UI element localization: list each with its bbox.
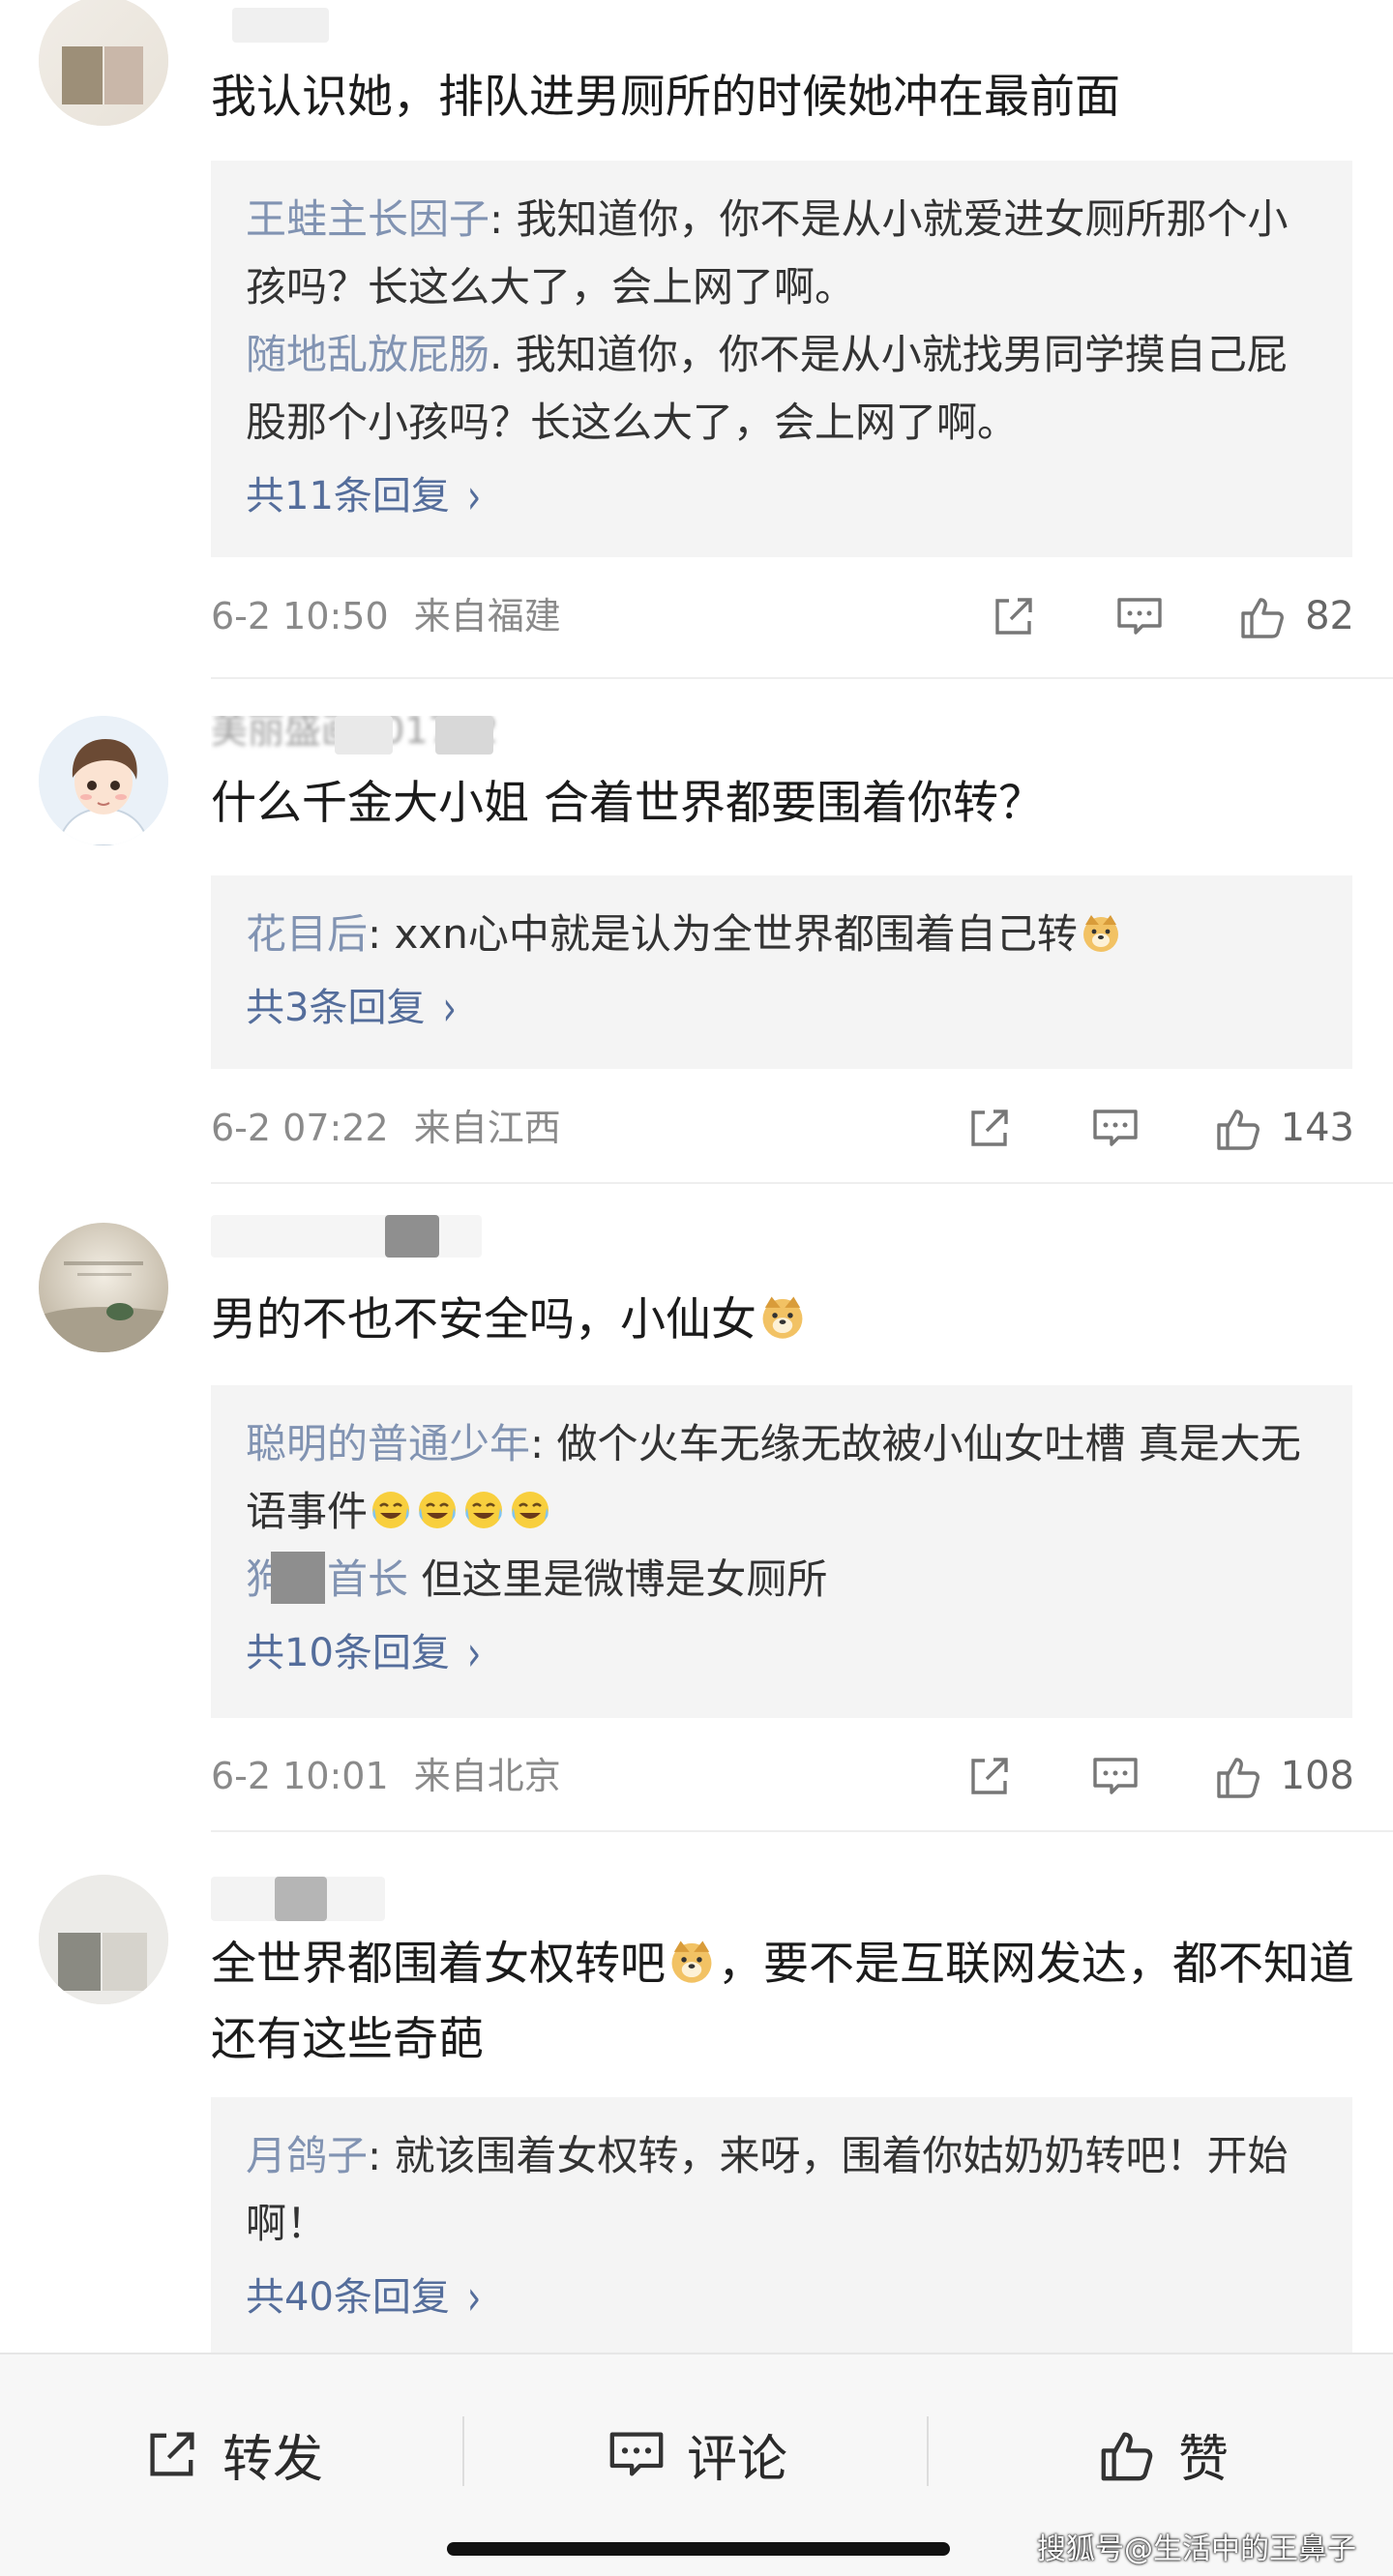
- view-replies-link[interactable]: 共40条回复 ›: [246, 2264, 1319, 2333]
- laugh-cry-emoji-icon: [512, 1492, 549, 1528]
- like-count: 143: [1280, 1106, 1354, 1150]
- avatar[interactable]: [39, 716, 168, 845]
- comment-icon: [609, 2432, 664, 2476]
- share-icon[interactable]: [990, 592, 1038, 640]
- laugh-cry-emoji-icon: [372, 1492, 410, 1528]
- reply-box[interactable]: 王蛙主长因子: 我知道你，你不是从小就爱进女厕所那个小孩吗？长这么大了，会上网了…: [211, 161, 1352, 557]
- comment-location: 来自北京: [413, 1755, 561, 1797]
- comment-text: 全世界都围着女权转吧 ，要不是互联网发达，都不知道还有这些奇葩: [211, 1938, 1354, 2066]
- divider: [927, 2416, 929, 2486]
- repost-button[interactable]: 转发: [143, 2411, 323, 2498]
- doge-emoji-icon: [671, 1940, 712, 1983]
- scenery-avatar-icon: [39, 1223, 168, 1352]
- thumbs-up-icon[interactable]: [1215, 1104, 1263, 1152]
- reply-item: 花目后: xxn心中就是认为全世界都围着自己转: [246, 901, 1319, 968]
- avatar[interactable]: [39, 1223, 168, 1352]
- view-replies-link[interactable]: 共11条回复 ›: [246, 462, 1319, 532]
- cartoon-avatar-icon: [39, 716, 168, 845]
- comment-date: 6-2 10:01: [211, 1755, 389, 1797]
- reply-text: : 就该围着女权转，来呀，围着你姑奶奶转吧！开始啊！: [246, 2132, 1289, 2247]
- reply-author[interactable]: 聪明的普通少年: [246, 1410, 530, 1478]
- laugh-cry-emoji-icon: [419, 1492, 457, 1528]
- comment-meta: 6-2 07:22 来自江西: [211, 1099, 561, 1157]
- reply-item: 狗狗首长 但这里是微博是女厕所: [246, 1546, 1319, 1614]
- reply-item: 月鸽子: 就该围着女权转，来呀，围着你姑奶奶转吧！开始啊！: [246, 2122, 1319, 2258]
- chevron-right-icon: ›: [466, 469, 482, 525]
- comment-text: 什么千金大小姐 合着世界都要围着你转？: [211, 777, 1044, 830]
- share-icon[interactable]: [965, 1104, 1014, 1152]
- chevron-right-icon: ›: [466, 1626, 482, 1682]
- comment-location: 来自江西: [413, 1107, 561, 1149]
- reply-author[interactable]: 狗狗首长: [246, 1546, 408, 1614]
- comment-actions: 82: [990, 587, 1354, 645]
- comment-icon[interactable]: [1091, 1752, 1140, 1800]
- divider: [211, 1182, 1393, 1184]
- repost-label: 转发: [222, 2430, 324, 2489]
- thumbs-up-icon[interactable]: [1215, 1752, 1263, 1800]
- reply-author[interactable]: 花目后: [246, 901, 368, 968]
- comment-meta: 6-2 10:01 来自北京: [211, 1747, 561, 1805]
- chevron-right-icon: ›: [466, 2270, 482, 2326]
- username-masked[interactable]: [211, 1215, 482, 1258]
- comment-button[interactable]: 评论: [608, 2411, 787, 2498]
- comment-actions: 143: [965, 1099, 1354, 1157]
- like-label: 赞: [1178, 2430, 1230, 2489]
- doge-emoji-icon: [1082, 915, 1118, 952]
- share-icon[interactable]: [965, 1752, 1014, 1800]
- reply-box[interactable]: 聪明的普通少年: 做个火车无缘无故被小仙女吐槽 真是大无语事件 狗狗首长 但这里…: [211, 1385, 1352, 1718]
- avatar[interactable]: [39, 0, 168, 126]
- comment-actions: 108: [965, 1747, 1354, 1805]
- like-button[interactable]: 赞: [1099, 2411, 1229, 2498]
- chevron-right-icon: ›: [442, 981, 457, 1037]
- comment-label: 评论: [687, 2430, 788, 2489]
- reply-text: : xxn心中就是认为全世界都围着自己转: [368, 910, 1078, 958]
- username[interactable]: 美丽盛画201712: [211, 716, 520, 756]
- doge-emoji-icon: [762, 1296, 803, 1339]
- reply-author[interactable]: 月鸽子: [246, 2122, 368, 2190]
- view-replies-link[interactable]: 共3条回复 ›: [246, 974, 1319, 1044]
- comment-icon[interactable]: [1091, 1104, 1140, 1152]
- reply-box[interactable]: 月鸽子: 就该围着女权转，来呀，围着你姑奶奶转吧！开始啊！ 共40条回复 ›: [211, 2097, 1352, 2353]
- reply-box[interactable]: 花目后: xxn心中就是认为全世界都围着自己转 共3条回复 ›: [211, 875, 1352, 1069]
- reply-item: 聪明的普通少年: 做个火车无缘无故被小仙女吐槽 真是大无语事件: [246, 1410, 1319, 1546]
- watermark: 搜狐号@生活中的王鼻子: [1037, 2532, 1356, 2566]
- divider: [211, 677, 1393, 679]
- reply-author[interactable]: 随地乱放屁肠: [246, 321, 489, 389]
- reply-item: 随地乱放屁肠. 我知道你，你不是从小就找男同学摸自己屁股那个小孩吗？长这么大了，…: [246, 321, 1319, 457]
- view-replies-link[interactable]: 共10条回复 ›: [246, 1619, 1319, 1689]
- avatar[interactable]: [39, 1875, 168, 2004]
- laugh-cry-emoji-icon: [465, 1492, 503, 1528]
- comment-date: 6-2 10:50: [211, 595, 389, 637]
- username-masked[interactable]: [232, 8, 329, 46]
- divider: [211, 1830, 1393, 1832]
- comment-meta: 6-2 10:50 来自福建: [211, 587, 561, 645]
- home-indicator[interactable]: [447, 2542, 950, 2556]
- comment-date: 6-2 07:22: [211, 1107, 389, 1149]
- comment-icon[interactable]: [1115, 592, 1164, 640]
- comment-text: 我认识她，排队进男厕所的时候她冲在最前面: [211, 71, 1120, 124]
- like-count: 108: [1280, 1754, 1354, 1798]
- comment-text: 男的不也不安全吗，小仙女: [211, 1283, 1354, 1358]
- reply-text: 但这里是微博是女厕所: [408, 1555, 828, 1603]
- comment-location: 来自福建: [413, 595, 561, 637]
- reply-item: 王蛙主长因子: 我知道你，你不是从小就爱进女厕所那个小孩吗？长这么大了，会上网了…: [246, 186, 1319, 321]
- username-masked[interactable]: [211, 1877, 385, 1921]
- share-icon: [150, 2432, 194, 2476]
- like-count: 82: [1305, 594, 1354, 638]
- thumbs-up-icon: [1101, 2432, 1153, 2481]
- divider: [462, 2416, 464, 2486]
- thumbs-up-icon[interactable]: [1239, 592, 1288, 640]
- reply-author[interactable]: 王蛙主长因子: [246, 186, 489, 253]
